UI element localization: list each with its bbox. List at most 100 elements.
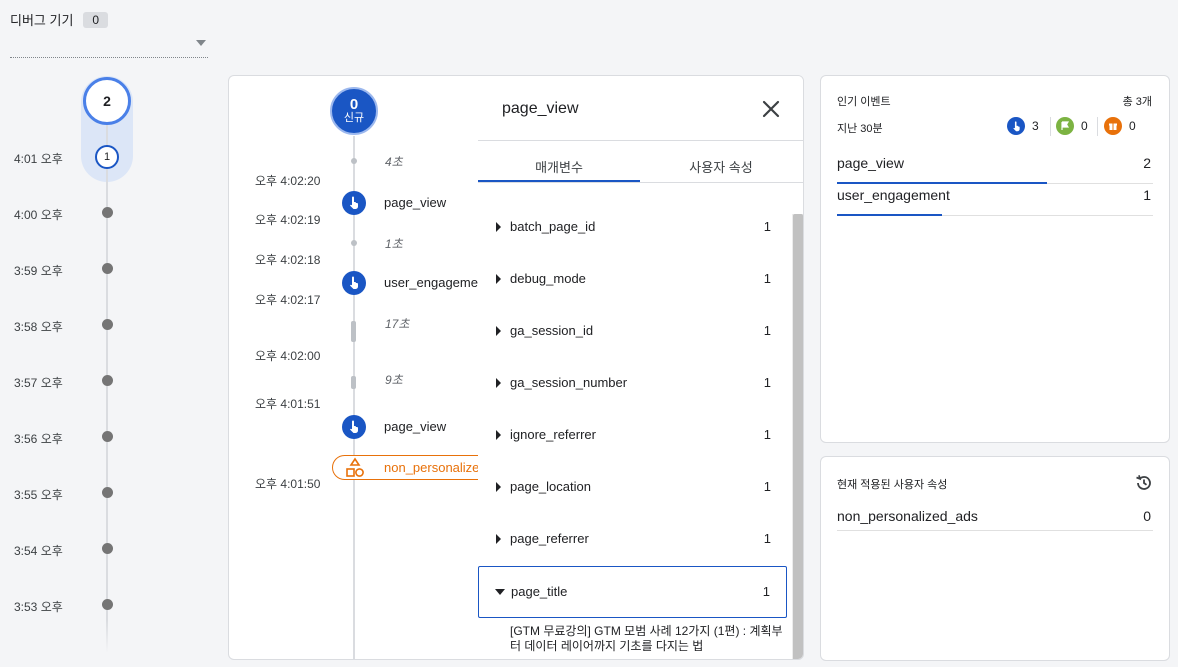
gift-icon	[1104, 117, 1122, 135]
debug-device-header: 디버그 기기 0	[10, 10, 109, 29]
tab-user-properties[interactable]: 사용자 속성	[640, 157, 802, 176]
param-count: 1	[762, 584, 770, 599]
event-timestamp: 오후 4:01:51	[255, 397, 321, 411]
stat-conversions: 3	[1007, 117, 1039, 135]
pointer-icon[interactable]	[342, 191, 366, 215]
top-event-row[interactable]: user_engagement 1	[837, 184, 1153, 216]
gap-dot	[351, 240, 357, 246]
top-events-panel: 인기 이벤트 총 3개 지난 30분 3 0 0 page_view 2 use…	[820, 75, 1170, 443]
minute-dot[interactable]	[102, 599, 113, 610]
top-event-share-bar	[837, 214, 942, 216]
param-row[interactable]: ga_session_number 1	[478, 358, 787, 410]
minute-count-circle[interactable]: 1	[95, 145, 119, 169]
param-row[interactable]: debug_mode 1	[478, 254, 787, 306]
minute-label: 3:54 오후	[14, 544, 63, 558]
param-name: batch_page_id	[510, 219, 596, 234]
new-events-badge[interactable]: 0 신규	[330, 87, 378, 135]
pointer-icon[interactable]	[342, 415, 366, 439]
top-event-count: 2	[1143, 155, 1151, 171]
minute-dot[interactable]	[102, 431, 113, 442]
top-event-name: user_engagement	[837, 187, 950, 203]
tab-parameters[interactable]: 매개변수	[478, 157, 640, 176]
param-row[interactable]: batch_page_id 1	[478, 202, 787, 254]
debug-device-count-badge: 0	[83, 11, 109, 28]
scrollbar-thumb[interactable]	[793, 214, 803, 659]
event-timestamp: 오후 4:02:00	[255, 349, 321, 363]
gap-dot	[351, 158, 357, 164]
param-value: [GTM 무료강의] GTM 모범 사례 12가지 (1편) : 계획부터 데이…	[510, 624, 783, 653]
minute-label: 4:00 오후	[14, 208, 63, 222]
gap-bar	[351, 321, 356, 342]
minute-dot[interactable]	[102, 207, 113, 218]
time-gap-label: 1초	[385, 237, 403, 251]
user-property-row[interactable]: non_personalized_ads 0	[837, 507, 1153, 531]
minute-label: 3:57 오후	[14, 376, 63, 390]
caret-down-icon	[495, 589, 505, 595]
stat-value: 3	[1032, 119, 1039, 133]
param-row[interactable]: ga_session_id 1	[478, 306, 787, 358]
minute-dot[interactable]	[102, 375, 113, 386]
param-count: 1	[763, 219, 771, 234]
close-icon[interactable]	[760, 98, 782, 120]
caret-right-icon	[496, 378, 501, 388]
shapes-icon	[344, 457, 366, 479]
minute-dot[interactable]	[102, 319, 113, 330]
caret-right-icon	[496, 482, 501, 492]
caret-right-icon	[496, 222, 501, 232]
event-timestamp: 오후 4:01:50	[255, 477, 321, 491]
divider	[1050, 117, 1051, 136]
event-timestamp: 오후 4:02:18	[255, 253, 321, 267]
caret-right-icon	[496, 274, 501, 284]
param-count: 1	[763, 479, 771, 494]
param-row[interactable]: page_referrer 1	[478, 514, 787, 566]
top-events-title: 인기 이벤트	[837, 96, 891, 108]
param-row[interactable]: ignore_referrer 1	[478, 410, 787, 462]
caret-right-icon	[496, 534, 501, 544]
time-gap-label: 17초	[385, 317, 410, 331]
minute-label: 4:01 오후	[14, 152, 63, 166]
event-name[interactable]: page_view	[384, 419, 446, 434]
param-count: 1	[763, 375, 771, 390]
minute-list-fade	[0, 620, 186, 667]
event-name[interactable]: page_view	[384, 195, 446, 210]
debug-device-select[interactable]	[10, 36, 208, 58]
stat-flags: 0	[1056, 117, 1088, 135]
top-event-name: page_view	[837, 155, 904, 171]
event-stream-panel: 0 신규 4초 오후 4:02:20 page_view 오후 4:02:19 …	[228, 75, 804, 660]
top-event-count: 1	[1143, 187, 1151, 203]
event-timestamp: 오후 4:02:17	[255, 293, 321, 307]
time-gap-label: 4초	[385, 155, 403, 169]
minute-dot[interactable]	[102, 543, 113, 554]
gap-bar	[351, 376, 356, 389]
param-name: page_location	[510, 479, 591, 494]
param-count: 1	[763, 427, 771, 442]
minute-dot[interactable]	[102, 487, 113, 498]
history-icon[interactable]	[1134, 473, 1154, 493]
new-events-label: 신규	[343, 112, 365, 124]
top-event-row[interactable]: page_view 2	[837, 152, 1153, 184]
param-count: 1	[763, 531, 771, 546]
divider	[1097, 117, 1098, 136]
param-name: page_referrer	[510, 531, 589, 546]
param-row[interactable]: page_location 1	[478, 462, 787, 514]
user-property-value: 0	[1143, 508, 1151, 524]
minute-top-count[interactable]: 2	[83, 77, 131, 125]
divider	[478, 140, 803, 141]
flag-icon	[1056, 117, 1074, 135]
param-name: ga_session_id	[510, 323, 594, 338]
param-row-expanded[interactable]: page_title 1	[478, 566, 787, 618]
minute-label: 3:56 오후	[14, 432, 63, 446]
minute-dot[interactable]	[102, 263, 113, 274]
chevron-down-icon	[196, 40, 206, 46]
user-property-name: non_personalized_ads	[837, 508, 978, 524]
param-count: 1	[763, 323, 771, 338]
pointer-icon[interactable]	[342, 271, 366, 295]
caret-right-icon	[496, 430, 501, 440]
event-timestamp: 오후 4:02:19	[255, 213, 321, 227]
top-events-total: 총 3개	[1122, 96, 1152, 108]
stat-gifts: 0	[1104, 117, 1136, 135]
event-name[interactable]: user_engagement	[384, 275, 489, 290]
new-events-count: 0	[349, 96, 359, 113]
minute-label: 3:55 오후	[14, 488, 63, 502]
event-timestamp: 오후 4:02:20	[255, 174, 321, 188]
